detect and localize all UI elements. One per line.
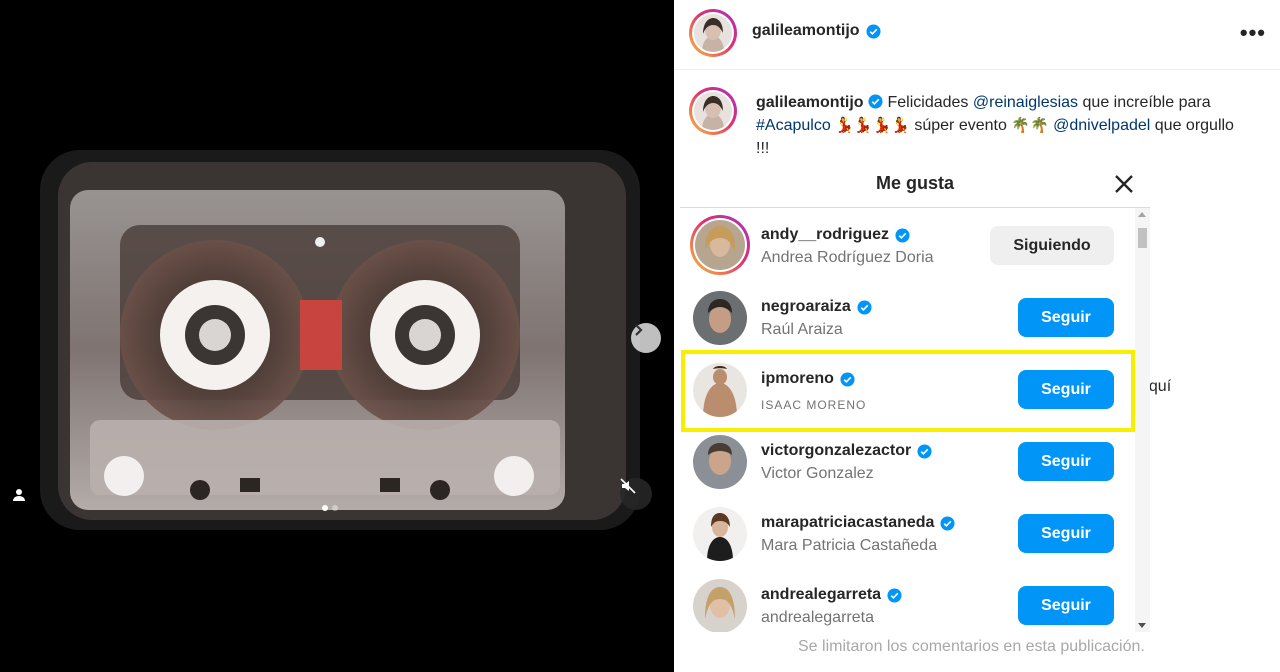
verified-badge-icon [917,443,932,459]
list-item: andy__rodriguez Andrea Rodríguez Doria S… [680,210,1135,282]
mention-link[interactable]: @dnivelpadel [1053,117,1150,134]
verified-badge-icon [866,23,881,39]
palm-emoji: 🌴🌴 [1011,117,1049,134]
comments-limited-notice: Se limitaron los comentarios en esta pub… [798,638,1145,655]
list-item: victorgonzalezactor Victor Gonzalez Segu… [680,426,1135,498]
close-icon[interactable] [1112,172,1136,196]
verified-badge-icon [868,94,883,109]
verified-badge-icon [887,587,902,603]
username[interactable]: andy__rodriguez [761,226,910,244]
full-name: Victor Gonzalez [761,465,874,482]
muted-speaker-icon [620,478,636,494]
likes-modal-header: Me gusta [680,160,1150,208]
full-name: andrealegarreta [761,609,874,626]
list-item: negroaraiza Raúl Araiza Seguir [680,282,1135,354]
carousel-dot [332,505,338,511]
follow-button[interactable]: Seguir [1018,442,1114,481]
verified-badge-icon [857,299,872,315]
scroll-down-arrow-icon[interactable] [1138,623,1146,628]
follow-button[interactable]: Seguir [1018,586,1114,625]
post-media[interactable] [0,0,674,672]
likes-modal-title: Me gusta [875,173,954,193]
likes-list[interactable]: andy__rodriguez Andrea Rodríguez Doria S… [680,210,1135,632]
avatar[interactable] [693,435,747,489]
list-item: andrealegarreta andrealegarreta Seguir [680,570,1135,632]
caption-author-username[interactable]: galileamontijo [756,94,864,111]
scroll-up-arrow-icon[interactable] [1138,212,1146,217]
full-name: Mara Patricia Castañeda [761,537,938,554]
verified-badge-icon [940,515,955,531]
post-header: galileamontijo ••• [674,0,1280,70]
avatar[interactable] [693,291,747,345]
next-slide-button[interactable] [631,323,661,353]
full-name: Andrea Rodríguez Doria [761,249,934,266]
carousel-dots [322,505,338,511]
caption-text: galileamontijo Felicidades @reinaiglesia… [756,91,1236,160]
follow-button[interactable]: Seguir [1018,514,1114,553]
list-item: marapatriciacastaneda Mara Patricia Cast… [680,498,1135,570]
verified-badge-icon [895,227,910,243]
full-name: Raúl Araiza [761,321,843,338]
username[interactable]: andrealegarreta [761,586,902,604]
caption-author-avatar[interactable] [689,87,737,135]
author-avatar[interactable] [689,9,737,57]
avatar[interactable] [693,507,747,561]
chevron-right-icon [635,324,643,336]
following-button[interactable]: Siguiendo [990,226,1114,265]
likes-scrollbar[interactable] [1135,208,1150,632]
likes-modal: Me gusta andy__rodriguez Andrea Rodrígue… [680,160,1150,632]
mention-link[interactable]: @reinaiglesias [973,94,1078,111]
username[interactable]: negroaraiza [761,298,872,316]
username[interactable]: marapatriciacastaneda [761,514,955,532]
caption-segment: súper evento [914,117,1007,134]
avatar[interactable] [690,215,750,275]
carousel-dot [322,505,328,511]
dancer-emoji: 💃💃💃💃 [835,117,910,134]
instagram-post-view: galileamontijo ••• galileamontijo Felici… [0,0,1280,672]
scroll-thumb[interactable] [1138,228,1147,248]
avatar[interactable] [693,579,747,632]
caption-segment: Felicidades [887,94,969,111]
user-tag-icon[interactable] [12,488,34,510]
cassette-image [40,150,640,530]
follow-button[interactable]: Seguir [1018,298,1114,337]
caption-segment: que increíble para [1082,94,1211,111]
more-options-icon[interactable]: ••• [1240,20,1266,46]
highlight-box [681,350,1135,432]
author-username[interactable]: galileamontijo [752,22,881,40]
hashtag-link[interactable]: #Acapulco [756,117,831,134]
username[interactable]: victorgonzalezactor [761,442,932,460]
mute-toggle-button[interactable] [620,478,652,510]
author-username-text[interactable]: galileamontijo [752,22,860,40]
